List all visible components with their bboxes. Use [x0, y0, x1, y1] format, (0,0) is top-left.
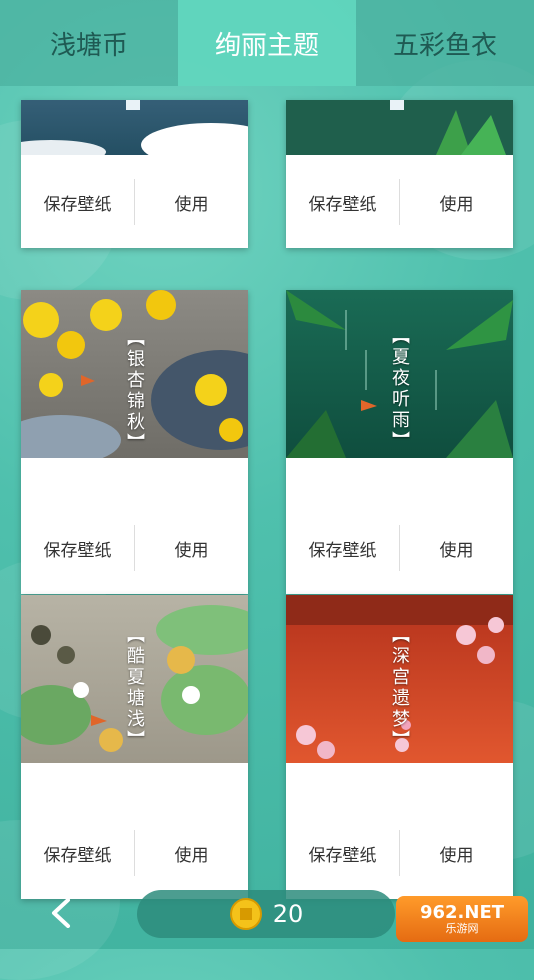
theme-card: 【酷夏塘浅】 保存壁纸 使用 — [21, 595, 248, 899]
use-button[interactable]: 使用 — [400, 190, 513, 215]
coin-balance: 20 — [137, 890, 395, 938]
theme-thumbnail[interactable] — [286, 100, 513, 155]
save-wallpaper-button[interactable]: 保存壁纸 — [21, 841, 134, 866]
use-button[interactable]: 使用 — [400, 536, 513, 561]
tab-fish-skins[interactable]: 五彩鱼衣 — [356, 0, 534, 86]
save-wallpaper-button[interactable]: 保存壁纸 — [286, 190, 399, 215]
theme-card: 【夏夜听雨】 保存壁纸 使用 — [286, 290, 513, 594]
coin-icon — [229, 898, 262, 930]
theme-card: 【深宫遗梦】 保存壁纸 使用 — [286, 595, 513, 899]
card-actions: 保存壁纸 使用 — [21, 502, 248, 594]
theme-title: 【夏夜听雨】 — [389, 326, 410, 452]
bamboo-thumbnail-art — [390, 100, 506, 155]
theme-title: 【深宫遗梦】 — [389, 625, 410, 751]
theme-thumbnail[interactable]: 【银杏锦秋】 — [21, 290, 248, 458]
theme-thumbnail[interactable]: 【夏夜听雨】 — [286, 290, 513, 458]
card-actions: 保存壁纸 使用 — [286, 502, 513, 594]
card-actions: 保存壁纸 使用 — [21, 807, 248, 899]
snow-thumbnail-art — [21, 100, 248, 155]
back-button[interactable] — [44, 896, 78, 930]
chevron-left-icon — [52, 898, 70, 928]
theme-title: 【银杏锦秋】 — [124, 328, 145, 454]
theme-thumbnail[interactable]: 【深宫遗梦】 — [286, 595, 513, 763]
save-wallpaper-button[interactable]: 保存壁纸 — [286, 536, 399, 561]
theme-card: 【银杏锦秋】 保存壁纸 使用 — [21, 290, 248, 594]
card-actions: 保存壁纸 使用 — [21, 156, 248, 248]
coin-count: 20 — [272, 900, 304, 928]
use-button[interactable]: 使用 — [400, 841, 513, 866]
theme-card: 保存壁纸 使用 — [21, 100, 248, 248]
theme-thumbnail[interactable] — [21, 100, 248, 155]
card-actions: 保存壁纸 使用 — [286, 156, 513, 248]
tab-bar: 浅塘币 绚丽主题 五彩鱼衣 — [0, 0, 534, 86]
theme-title: 【酷夏塘浅】 — [124, 625, 145, 751]
theme-card: 保存壁纸 使用 — [286, 100, 513, 248]
save-wallpaper-button[interactable]: 保存壁纸 — [286, 841, 399, 866]
tab-coins[interactable]: 浅塘币 — [0, 0, 178, 86]
use-button[interactable]: 使用 — [135, 841, 248, 866]
card-actions: 保存壁纸 使用 — [286, 807, 513, 899]
save-wallpaper-button[interactable]: 保存壁纸 — [21, 190, 134, 215]
tab-themes[interactable]: 绚丽主题 — [178, 0, 356, 86]
site-watermark-logo: 962.NET 乐游网 — [396, 896, 528, 942]
theme-thumbnail[interactable]: 【酷夏塘浅】 — [21, 595, 248, 763]
save-wallpaper-button[interactable]: 保存壁纸 — [21, 536, 134, 561]
use-button[interactable]: 使用 — [135, 536, 248, 561]
use-button[interactable]: 使用 — [135, 190, 248, 215]
